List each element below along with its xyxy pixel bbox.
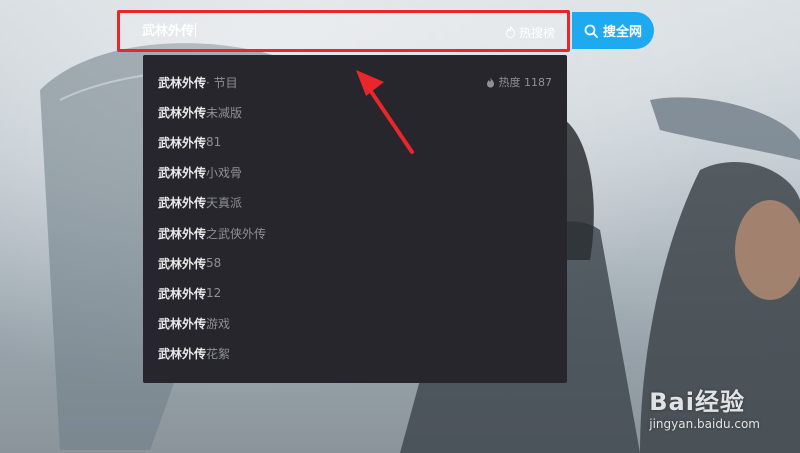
suggestion-keyword: 武林外传: [158, 226, 207, 241]
suggestion-item[interactable]: 武林外传 花絮: [143, 339, 567, 369]
flame-icon: [486, 77, 494, 88]
suggestion-keyword: 武林外传: [158, 196, 207, 211]
suggestion-suffix: 天真派: [206, 196, 243, 211]
suggestion-suffix: 81: [206, 135, 222, 150]
heat-value: 热度 1187: [498, 76, 553, 90]
suggestion-suffix: 花絮: [206, 347, 231, 362]
suggestion-keyword: 武林外传: [158, 75, 207, 90]
watermark: Bai经验 jingyan.baidu.com: [649, 382, 760, 431]
suggestion-item[interactable]: 武林外传 天真派: [143, 188, 567, 218]
suggestion-suffix: · 节目: [206, 75, 238, 90]
suggestion-keyword: 武林外传: [158, 317, 207, 332]
suggestion-keyword: 武林外传: [158, 256, 207, 271]
suggestion-keyword: 武林外传: [158, 286, 207, 301]
flame-icon: [505, 26, 515, 38]
suggestion-suffix: 58: [206, 256, 222, 271]
suggestion-keyword: 武林外传: [158, 347, 207, 362]
suggestion-item[interactable]: 武林外传 之武侠外传: [143, 218, 567, 248]
watermark-url: jingyan.baidu.com: [649, 417, 760, 431]
suggestion-item[interactable]: 武林外传 小戏骨: [143, 158, 567, 188]
search-icon: [584, 24, 598, 38]
suggestion-item[interactable]: 武林外传 58: [143, 248, 567, 278]
suggestion-suffix: 小戏骨: [206, 166, 243, 181]
heat-indicator: 热度 1187: [486, 74, 553, 90]
search-box[interactable]: 武林外传 热搜榜: [117, 10, 570, 52]
text-caret: [195, 23, 197, 37]
suggestion-keyword: 武林外传: [158, 105, 207, 120]
suggestion-suffix: 12: [206, 286, 222, 301]
annotation-arrow-icon: [356, 70, 414, 154]
search-input[interactable]: 武林外传: [142, 22, 442, 42]
hot-list-link[interactable]: 热搜榜: [505, 23, 555, 41]
suggestion-suffix: 之武侠外传: [206, 226, 267, 241]
suggestion-suffix: 未减版: [206, 105, 243, 120]
suggestion-item[interactable]: 武林外传 游戏: [143, 309, 567, 339]
suggestion-item[interactable]: 武林外传 12: [143, 278, 567, 308]
suggestion-suffix: 游戏: [206, 317, 231, 332]
suggestion-keyword: 武林外传: [158, 135, 207, 150]
watermark-logo: Bai经验: [649, 388, 745, 416]
search-query-text: 武林外传: [142, 24, 195, 39]
search-all-label: 搜全网: [602, 25, 642, 40]
search-all-button[interactable]: 搜全网: [572, 12, 654, 49]
suggestion-keyword: 武林外传: [158, 166, 207, 181]
hot-list-label: 热搜榜: [518, 25, 555, 40]
